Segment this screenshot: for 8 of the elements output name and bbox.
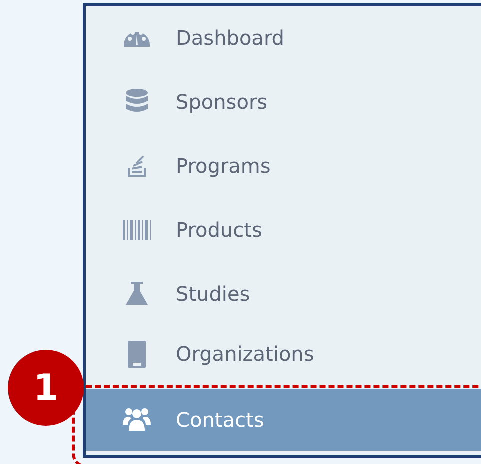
sidebar-item[interactable]: Dashboard bbox=[86, 6, 481, 70]
sidebar-item[interactable]: Studies bbox=[86, 262, 481, 326]
sidebar-item[interactable]: Contacts bbox=[86, 389, 481, 451]
sidebar-item[interactable]: Organizations bbox=[86, 326, 481, 382]
sidebar-item[interactable]: Sponsors bbox=[86, 70, 481, 134]
sidebar-item[interactable]: Programs bbox=[86, 134, 481, 198]
sidebar-item[interactable]: Products bbox=[86, 198, 481, 262]
step-badge: 1 bbox=[8, 350, 84, 426]
